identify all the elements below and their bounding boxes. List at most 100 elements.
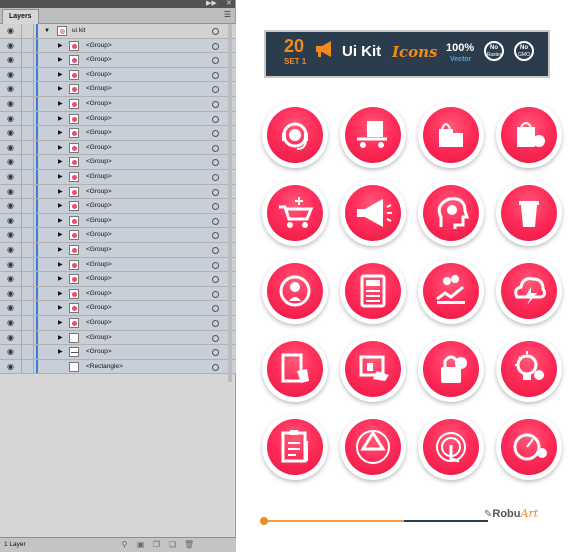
credit-card-hand-icon[interactable]	[340, 336, 406, 402]
megaphone-icon[interactable]	[340, 180, 406, 246]
expand-right-icon[interactable]: ▶	[58, 145, 63, 151]
delivery-cart-icon[interactable]	[340, 102, 406, 168]
lightbulb-gear-icon[interactable]	[496, 336, 562, 402]
sublayer-row[interactable]: ◉ ▶ <Group>	[0, 316, 236, 331]
target-circle-icon[interactable]	[212, 290, 219, 298]
expand-right-icon[interactable]: ▶	[58, 305, 63, 311]
visibility-eye-icon[interactable]: ◉	[7, 143, 17, 152]
sublayer-row[interactable]: ◉ ▶ <Group>	[0, 184, 236, 200]
visibility-eye-icon[interactable]: ◉	[7, 100, 17, 108]
target-circle-icon[interactable]	[212, 188, 219, 196]
locate-object-icon[interactable]: ⚲	[120, 540, 129, 549]
sublayer-row[interactable]: ◉ ▶ <Group>	[0, 140, 236, 156]
target-circle-icon[interactable]	[212, 144, 219, 152]
target-circle-icon[interactable]	[212, 57, 219, 65]
target-circle-icon[interactable]	[212, 101, 219, 108]
expand-right-icon[interactable]: ▶	[58, 320, 63, 326]
headset-support-icon[interactable]	[262, 102, 328, 168]
tab-layers[interactable]: Layers	[2, 9, 39, 24]
target-circle-icon[interactable]	[212, 261, 219, 269]
panel-menu-icon[interactable]: ☰	[224, 11, 231, 19]
target-circle-icon[interactable]	[212, 86, 219, 94]
target-circle-icon[interactable]	[212, 232, 219, 240]
visibility-eye-icon[interactable]: ◉	[7, 216, 17, 225]
target-circle-icon[interactable]	[212, 320, 219, 327]
close-icon[interactable]: ✕	[226, 0, 232, 8]
visibility-eye-icon[interactable]: ◉	[7, 173, 17, 181]
visibility-eye-icon[interactable]: ◉	[7, 202, 17, 210]
calculator-icon[interactable]	[340, 258, 406, 324]
visibility-eye-icon[interactable]: ◉	[7, 56, 17, 64]
sublayer-row[interactable]: ◉ ▶ <Group>	[0, 228, 236, 243]
layer-row[interactable]: ◉ ▼ ui kit	[0, 24, 236, 39]
expand-right-icon[interactable]: ▶	[58, 232, 63, 238]
visibility-eye-icon[interactable]: ◉	[7, 41, 17, 50]
sublayer-row[interactable]: ◉ ▶ <Group>	[0, 301, 236, 316]
new-layer-icon[interactable]: ❏	[168, 540, 177, 549]
collapse-icon[interactable]: ▶▶	[206, 0, 217, 8]
money-chart-icon[interactable]	[418, 258, 484, 324]
visibility-eye-icon[interactable]: ◉	[7, 158, 17, 166]
touch-tap-icon[interactable]	[418, 414, 484, 480]
sublayer-row[interactable]: ◉ ▶ <Group>	[0, 53, 236, 68]
delete-layer-icon[interactable]: 🗑	[184, 540, 194, 549]
visibility-eye-icon[interactable]: ◉	[7, 114, 17, 123]
visibility-eye-icon[interactable]: ◉	[7, 348, 17, 356]
sublayer-row[interactable]: ◉ ▶ <Group>	[0, 257, 236, 273]
sublayer-row[interactable]: ◉ ▶ <Group>	[0, 272, 236, 287]
target-circle-icon[interactable]	[212, 130, 219, 138]
cloud-lightning-icon[interactable]	[496, 258, 562, 324]
visibility-eye-icon[interactable]: ◉	[7, 333, 17, 342]
sublayer-row[interactable]: ◉ ▶ <Group>	[0, 97, 236, 112]
visibility-eye-icon[interactable]: ◉	[7, 27, 17, 35]
add-to-cart-icon[interactable]	[262, 180, 328, 246]
target-circle-icon[interactable]	[212, 159, 219, 167]
scrollbar[interactable]	[228, 24, 232, 382]
expand-right-icon[interactable]: ▶	[58, 72, 63, 78]
sublayer-row[interactable]: ◉ ▶ <Group>	[0, 345, 236, 360]
expand-right-icon[interactable]: ▶	[58, 291, 63, 297]
visibility-eye-icon[interactable]: ◉	[7, 319, 17, 327]
expand-right-icon[interactable]: ▶	[58, 130, 63, 136]
target-circle-icon[interactable]	[212, 42, 219, 50]
expand-right-icon[interactable]: ▶	[58, 189, 63, 195]
make-clipping-mask-icon[interactable]: ▣	[136, 540, 145, 549]
visibility-eye-icon[interactable]: ◉	[7, 129, 17, 137]
sublayer-row[interactable]: ◉ ▶ <Group>	[0, 38, 236, 54]
visibility-eye-icon[interactable]: ◉	[7, 304, 17, 312]
target-circle-icon[interactable]	[212, 305, 219, 313]
tablet-touch-icon[interactable]	[262, 336, 328, 402]
expand-right-icon[interactable]: ▶	[58, 159, 63, 165]
visibility-eye-icon[interactable]: ◉	[7, 85, 17, 93]
clipboard-icon[interactable]	[262, 414, 328, 480]
target-circle-icon[interactable]	[212, 28, 219, 35]
bag-discount-icon[interactable]	[496, 102, 562, 168]
target-circle-icon[interactable]	[212, 115, 219, 123]
sublayer-row[interactable]: ◉ ▶ <Group>	[0, 126, 236, 141]
target-circle-icon[interactable]	[212, 349, 219, 357]
target-circle-icon[interactable]	[212, 71, 219, 79]
expand-right-icon[interactable]: ▶	[58, 247, 63, 253]
recycle-icon[interactable]	[340, 414, 406, 480]
sublayer-row[interactable]: ◉ ▶ <Group>	[0, 67, 236, 83]
visibility-eye-icon[interactable]: ◉	[7, 246, 17, 254]
expand-right-icon[interactable]: ▶	[58, 349, 63, 355]
new-sublayer-icon[interactable]: ❐	[152, 540, 161, 549]
visibility-eye-icon[interactable]: ◉	[7, 362, 17, 371]
target-circle-icon[interactable]	[212, 247, 219, 254]
visibility-eye-icon[interactable]: ◉	[7, 289, 17, 298]
expand-right-icon[interactable]: ▶	[58, 116, 63, 122]
target-circle-icon[interactable]	[212, 334, 219, 342]
expand-right-icon[interactable]: ▶	[58, 218, 63, 224]
sublayer-row[interactable]: ◉ ▶ <Group>	[0, 199, 236, 214]
expand-right-icon[interactable]: ▶	[58, 335, 63, 341]
sublayer-row[interactable]: ◉ ▶ <Group>	[0, 155, 236, 170]
expand-right-icon[interactable]: ▶	[58, 101, 63, 107]
expand-right-icon[interactable]: ▶	[58, 276, 63, 282]
sublayer-row[interactable]: ◉ ▶ <Group>	[0, 243, 236, 258]
sublayer-row[interactable]: ◉ ▶ <Group>	[0, 213, 236, 229]
visibility-eye-icon[interactable]: ◉	[7, 187, 17, 196]
target-circle-icon[interactable]	[212, 363, 219, 371]
sublayer-row[interactable]: ◉ ▶ <Group>	[0, 111, 236, 127]
target-circle-icon[interactable]	[212, 203, 219, 211]
